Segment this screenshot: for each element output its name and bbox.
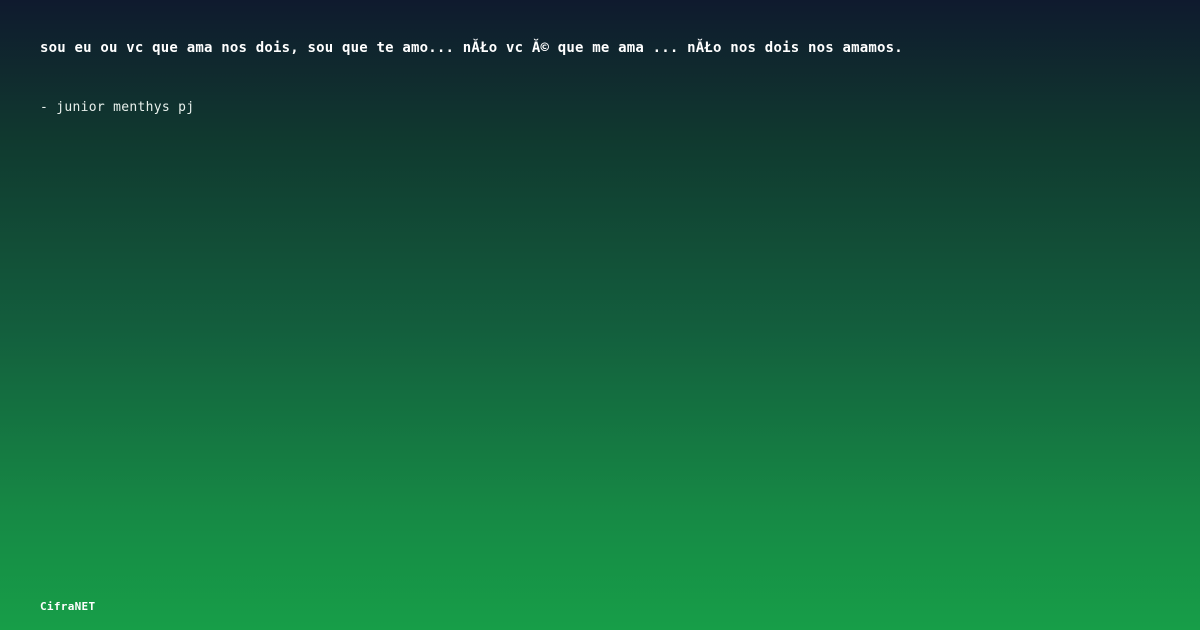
quote-text: sou eu ou vc que ama nos dois, sou que t… <box>40 40 903 56</box>
brand-logo-text: CifraNET <box>40 600 96 613</box>
quote-author: - junior menthys pj <box>40 100 195 115</box>
